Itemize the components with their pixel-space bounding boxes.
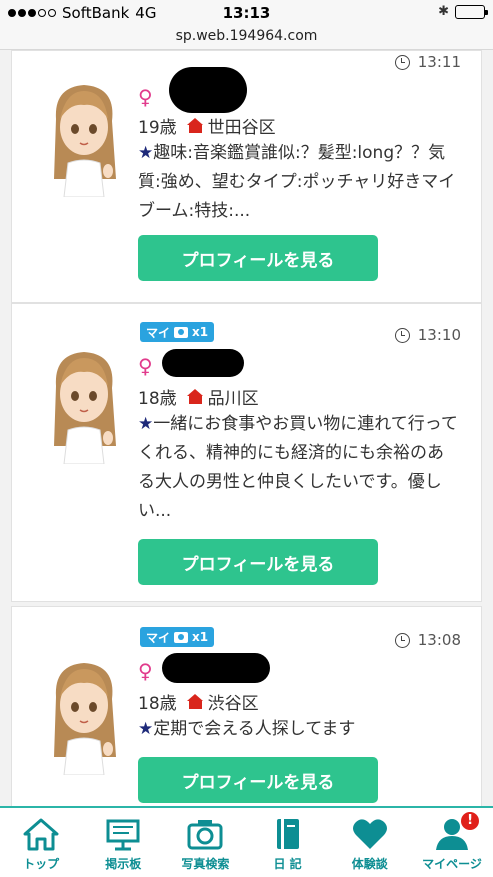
description: ★一緒にお食事やお買い物に連れて行ってくれる、精神的にも経済的にも余裕のある大人…	[138, 410, 458, 526]
user-meta: 18歳 渋谷区	[138, 689, 259, 714]
bluetooth-icon: ✱	[438, 4, 449, 19]
age: 18歳	[138, 694, 177, 714]
photo-badge: マイ x1	[140, 627, 215, 647]
camera-icon	[174, 631, 189, 643]
bottom-navigation: トップ 掲示板 写真検索 日 記 体験談 ! マイページ	[0, 806, 493, 877]
status-bar: SoftBank 4G 13:13 ✱	[0, 0, 493, 26]
description-text: 定期で会える人探してます	[153, 719, 356, 739]
home-icon	[23, 818, 59, 851]
home-icon	[186, 389, 204, 404]
tab-label: 掲示板	[105, 857, 142, 871]
battery-icon	[455, 4, 488, 19]
clock-icon	[394, 327, 410, 343]
tab-label: マイページ	[422, 857, 482, 871]
star-icon: ★	[138, 143, 154, 163]
status-time: 13:13	[222, 4, 271, 22]
tab-diary[interactable]: 日 記	[247, 808, 329, 877]
description-text: 趣味:音楽鑑賞誰似:？髪型:long？？気質:強め、望むタイプ:ポッチャリ好きマ…	[138, 143, 456, 221]
diary-icon	[276, 819, 299, 849]
tab-label: 写真検索	[181, 857, 230, 871]
age: 18歳	[138, 389, 177, 409]
redacted-username	[162, 349, 244, 377]
avatar[interactable]	[46, 346, 122, 464]
tab-photo-search[interactable]: 写真検索	[164, 808, 246, 877]
age: 19歳	[138, 118, 177, 138]
clock-icon	[394, 54, 410, 70]
tab-label: 体験談	[351, 857, 388, 871]
badge-label: マイ	[146, 630, 171, 645]
user-meta: 18歳 品川区	[138, 384, 259, 409]
redacted-username	[162, 653, 270, 683]
star-icon: ★	[138, 414, 154, 434]
time-label: 13:11	[417, 53, 461, 71]
tab-top[interactable]: トップ	[0, 808, 82, 877]
area: 渋谷区	[207, 694, 259, 714]
post-time: 13:08	[394, 631, 461, 649]
area: 世田谷区	[207, 118, 276, 138]
user-meta: 19歳 世田谷区	[138, 113, 276, 138]
address-bar[interactable]: sp.web.194964.com	[0, 26, 493, 50]
tab-experiences[interactable]: 体験談	[329, 808, 411, 877]
time-label: 13:10	[417, 326, 461, 344]
tab-mypage[interactable]: ! マイページ	[411, 808, 493, 877]
description-text: 一緒にお食事やお買い物に連れて行ってくれる、精神的にも経済的にも余裕のある大人の…	[138, 414, 458, 521]
notification-badge: !	[461, 812, 480, 830]
home-icon	[186, 694, 204, 709]
view-profile-button[interactable]: プロフィールを見る	[138, 235, 378, 281]
description: ★趣味:音楽鑑賞誰似:？髪型:long？？気質:強め、望むタイプ:ポッチャリ好き…	[138, 139, 458, 226]
star-icon: ★	[138, 719, 154, 739]
camera-icon	[174, 326, 189, 338]
description: ★定期で会える人探してます	[138, 715, 458, 744]
post-time: 13:10	[394, 326, 461, 344]
female-icon: ♀	[138, 354, 153, 378]
time-label: 13:08	[417, 631, 461, 649]
tab-label: トップ	[23, 857, 60, 871]
tab-label: 日 記	[273, 857, 302, 871]
photo-badge: マイ x1	[140, 322, 215, 342]
redacted-username	[169, 67, 247, 113]
view-profile-button[interactable]: プロフィールを見る	[138, 757, 378, 803]
home-icon	[186, 118, 204, 133]
avatar[interactable]	[46, 79, 122, 197]
clock-icon	[394, 632, 410, 648]
avatar[interactable]	[46, 657, 122, 775]
board-icon	[106, 819, 140, 851]
heart-icon	[352, 819, 387, 849]
badge-count: x1	[192, 630, 209, 644]
profile-card: マイ x1 13:08 ♀ 18歳 渋谷区 ★定期で会える人探してます プロフィ…	[11, 606, 482, 806]
area: 品川区	[207, 389, 259, 409]
badge-count: x1	[192, 325, 209, 339]
view-profile-button[interactable]: プロフィールを見る	[138, 539, 378, 585]
post-time: 13:11	[394, 53, 461, 71]
female-icon: ♀	[138, 85, 153, 109]
camera-icon	[187, 820, 223, 850]
tab-board[interactable]: 掲示板	[82, 808, 164, 877]
profile-card: 13:11 ♀ 19歳 世田谷区 ★趣味:音楽鑑賞誰似:？髪型:long？？気質…	[11, 50, 482, 303]
profile-card: マイ x1 13:10 ♀ 18歳 品川区 ★一緒にお食事やお買い物に連れて行っ…	[11, 303, 482, 602]
female-icon: ♀	[138, 659, 153, 683]
badge-label: マイ	[146, 325, 171, 340]
